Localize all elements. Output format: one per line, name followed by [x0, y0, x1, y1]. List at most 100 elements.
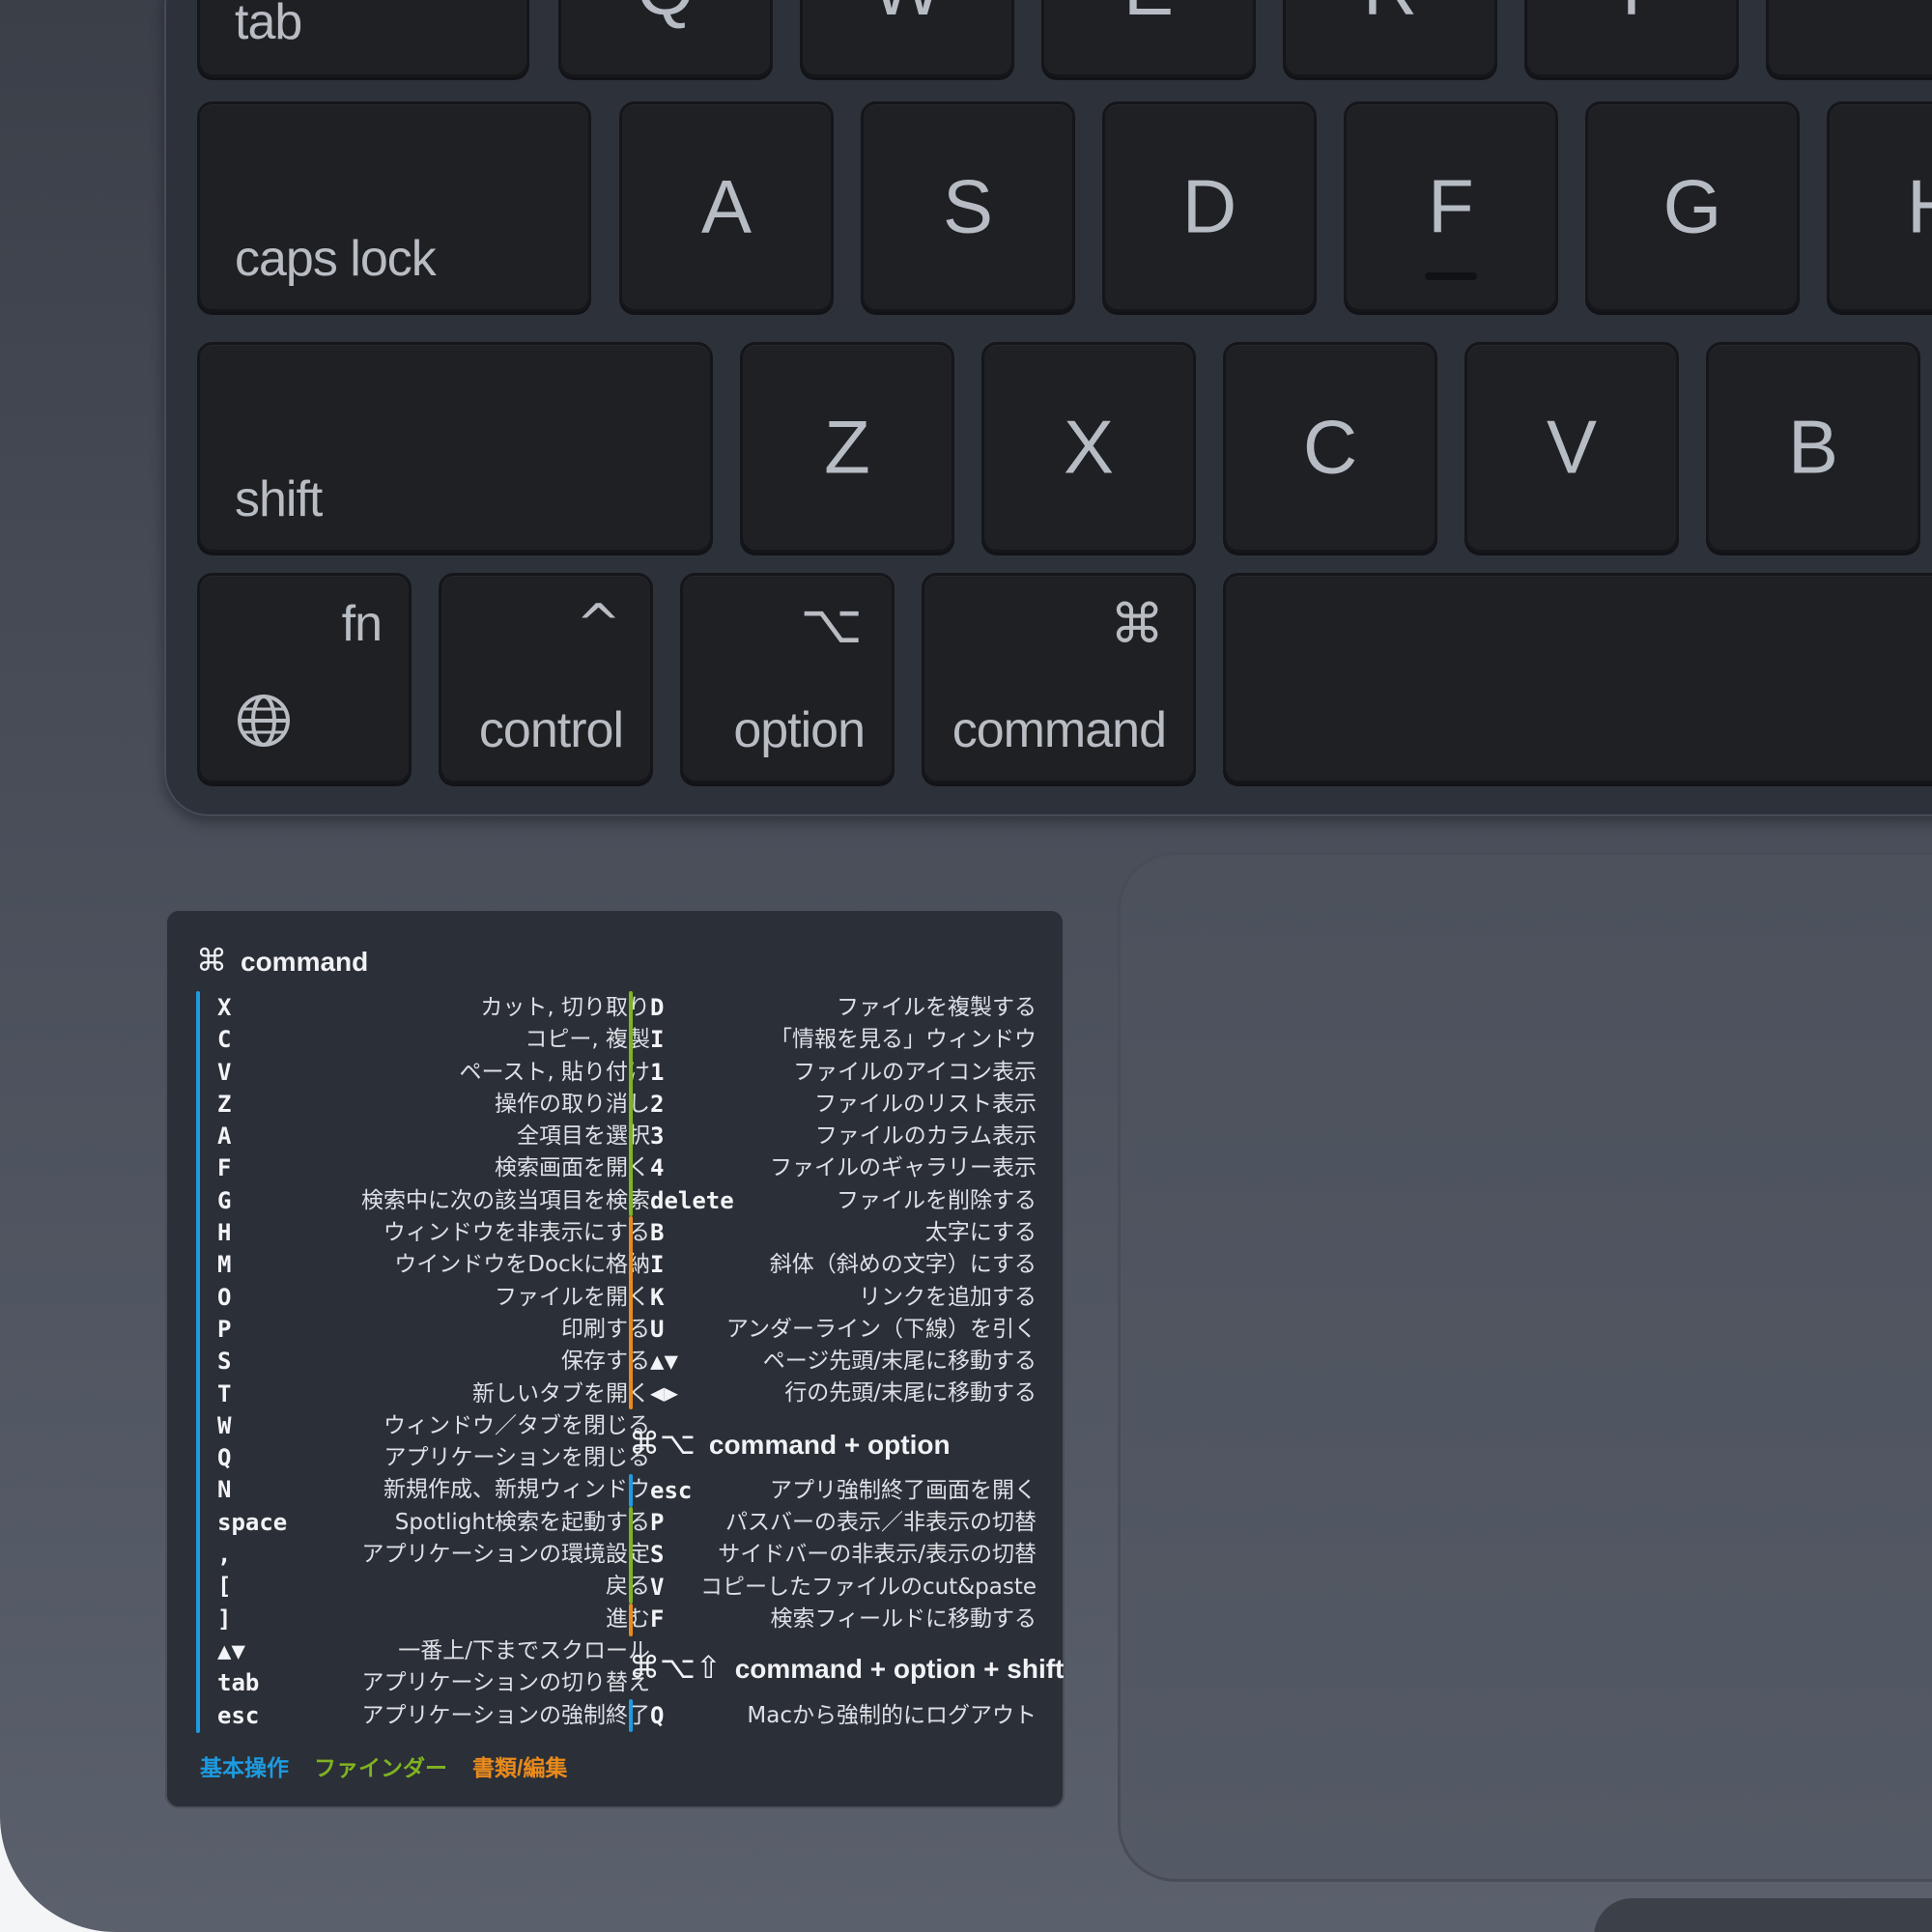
- key-v[interactable]: V: [1464, 342, 1679, 553]
- category-bar-basic: [629, 1699, 633, 1732]
- shortcut-row: 4 ファイルのギャラリー表示: [650, 1152, 1037, 1184]
- key-label: E: [1044, 0, 1253, 33]
- key-a[interactable]: A: [619, 101, 834, 312]
- key-r[interactable]: R: [1283, 0, 1497, 77]
- shortcut-key: S: [217, 1348, 232, 1376]
- shortcut-row: [戻る: [217, 1571, 650, 1603]
- shortcut-row: ▲▼ 一番上/下までスクロール: [217, 1635, 650, 1667]
- shortcut-description: ウィンドウを非表示にする: [383, 1220, 650, 1246]
- shortcut-row: I 斜体（斜めの文字）にする: [650, 1249, 1037, 1281]
- key-c[interactable]: C: [1223, 342, 1437, 553]
- category-bar-finder: [629, 1507, 633, 1604]
- left-shortcut-list: X カット, 切り取り C コピー, 複製 V ペースト, 貼り付け Z 操作の取り消し A 全項…: [217, 992, 650, 1732]
- shortcut-key: V: [217, 1058, 232, 1086]
- key-s[interactable]: S: [861, 101, 1075, 312]
- shortcut-row: V コピーしたファイルのcut&paste: [650, 1572, 1037, 1604]
- key-fn[interactable]: fn: [197, 573, 412, 783]
- key-label: H: [1907, 163, 1932, 251]
- key-label: X: [1063, 404, 1115, 490]
- shortcut-row: Z 操作の取り消し: [217, 1089, 650, 1121]
- finder-shortcut-list: D ファイルを複製する I 「情報を見る」ウィンドウ 1 ファイルのアイコン表示 2 ファイル…: [650, 992, 1037, 1217]
- key-t[interactable]: T: [1524, 0, 1739, 77]
- category-bar-finder: [629, 991, 633, 1216]
- key-tab[interactable]: tab: [197, 0, 529, 77]
- section-title: command: [241, 947, 369, 977]
- shortcut-row: F 検索画面を開く: [217, 1152, 650, 1184]
- command-symbol: ⌘: [1110, 593, 1164, 656]
- key-label: B: [1787, 404, 1839, 490]
- front-notch: [1594, 1898, 1932, 1932]
- shortcut-row: 2 ファイルのリスト表示: [650, 1089, 1037, 1121]
- key-control[interactable]: ^ control: [439, 573, 653, 783]
- key-option[interactable]: ⌥ option: [680, 573, 895, 783]
- shortcut-description: 検索画面を開く: [495, 1155, 650, 1181]
- key-space[interactable]: [1223, 573, 1932, 783]
- key-e[interactable]: E: [1041, 0, 1256, 77]
- shortcut-description: ペースト, 貼り付け: [459, 1059, 650, 1085]
- control-symbol: ^: [576, 593, 621, 656]
- shortcut-description: 斜体（斜めの文字）にする: [769, 1252, 1037, 1278]
- shortcut-key: O: [217, 1283, 232, 1311]
- shortcut-key: Z: [217, 1090, 232, 1118]
- legend-basic: 基本操作: [200, 1755, 289, 1780]
- shortcut-row: F 検索フィールドに移動する: [650, 1604, 1037, 1635]
- shortcut-description: 新規作成、新規ウィンドウ: [384, 1477, 650, 1503]
- shortcut-key: space: [217, 1508, 288, 1536]
- shortcut-description: サイドバーの非表示/表示の切替: [718, 1542, 1037, 1568]
- shortcut-key: esc: [650, 1477, 693, 1504]
- shortcut-description: パスバーの表示／非表示の切替: [725, 1510, 1037, 1535]
- key-label: V: [1546, 404, 1598, 490]
- key-d[interactable]: D: [1102, 101, 1317, 312]
- key-x[interactable]: X: [981, 342, 1196, 553]
- key-shift[interactable]: shift: [197, 342, 713, 553]
- shortcut-key: M: [217, 1251, 232, 1279]
- category-bar-basic: [196, 991, 200, 1733]
- shortcut-row: H ウィンドウを非表示にする: [217, 1217, 650, 1249]
- key-w[interactable]: W: [800, 0, 1014, 77]
- shortcut-description: 「情報を見る」ウィンドウ: [770, 1027, 1037, 1053]
- shortcut-key: ▲▼: [650, 1348, 678, 1376]
- shortcut-key: 1: [650, 1058, 665, 1086]
- shortcut-description: 印刷する: [561, 1316, 650, 1342]
- shortcut-row: space Spotlight検索を起動する: [217, 1507, 650, 1539]
- section-header-command: ⌘ command: [196, 942, 368, 979]
- key-b[interactable]: B: [1706, 342, 1920, 553]
- shortcut-description: 検索中に次の該当項目を検索: [361, 1187, 650, 1213]
- shortcut-key: H: [217, 1219, 232, 1247]
- key-label: control: [478, 702, 624, 758]
- shortcut-key: [: [217, 1573, 232, 1601]
- shortcut-row: 1 ファイルのアイコン表示: [650, 1057, 1037, 1089]
- command-option-basic-list: esc アプリ強制終了画面を開く: [650, 1475, 1037, 1507]
- key-label: A: [700, 163, 753, 249]
- laptop-body: tab Q W E R T caps lock A S D F G H shif…: [0, 0, 1932, 1932]
- shortcut-description: 行の先頭/末尾に移動する: [784, 1380, 1037, 1406]
- shortcut-row: Q アプリケーションを閉じる: [217, 1442, 650, 1474]
- key-label: R: [1286, 0, 1494, 33]
- legend-docs: 書類/編集: [472, 1755, 568, 1780]
- command-option-shift-icon: ⌘⌥⇧: [629, 1649, 722, 1686]
- shortcut-row: B 太字にする: [650, 1217, 1037, 1249]
- shortcut-description: アプリケーションの強制終了: [361, 1702, 650, 1728]
- shortcut-description: アンダーライン（下線）を引く: [725, 1316, 1037, 1342]
- key-f[interactable]: F: [1344, 101, 1558, 312]
- key-g[interactable]: G: [1585, 101, 1800, 312]
- shortcut-key: C: [217, 1026, 232, 1054]
- key-z[interactable]: Z: [740, 342, 954, 553]
- shortcut-row: A 全項目を選択: [217, 1121, 650, 1152]
- shortcut-row: ▲▼ ページ先頭/末尾に移動する: [650, 1346, 1037, 1378]
- key-caps-lock[interactable]: caps lock: [197, 101, 591, 312]
- shortcut-key: V: [650, 1573, 665, 1601]
- shortcut-row: delete ファイルを削除する: [650, 1185, 1037, 1217]
- shortcut-key: G: [217, 1186, 232, 1214]
- shortcut-row: W ウィンドウ／タブを閉じる: [217, 1410, 650, 1442]
- shortcut-row: ◀▶ 行の先頭/末尾に移動する: [650, 1378, 1037, 1409]
- shortcut-row: esc アプリケーションの強制終了: [217, 1700, 650, 1732]
- key-label: option: [733, 702, 866, 758]
- shortcut-key: A: [217, 1122, 232, 1151]
- key-y[interactable]: [1766, 0, 1932, 77]
- key-q[interactable]: Q: [558, 0, 773, 77]
- trackpad[interactable]: [1118, 852, 1932, 1882]
- shortcut-key: B: [650, 1219, 665, 1246]
- key-h[interactable]: H: [1827, 101, 1932, 312]
- key-command[interactable]: ⌘ command: [922, 573, 1196, 783]
